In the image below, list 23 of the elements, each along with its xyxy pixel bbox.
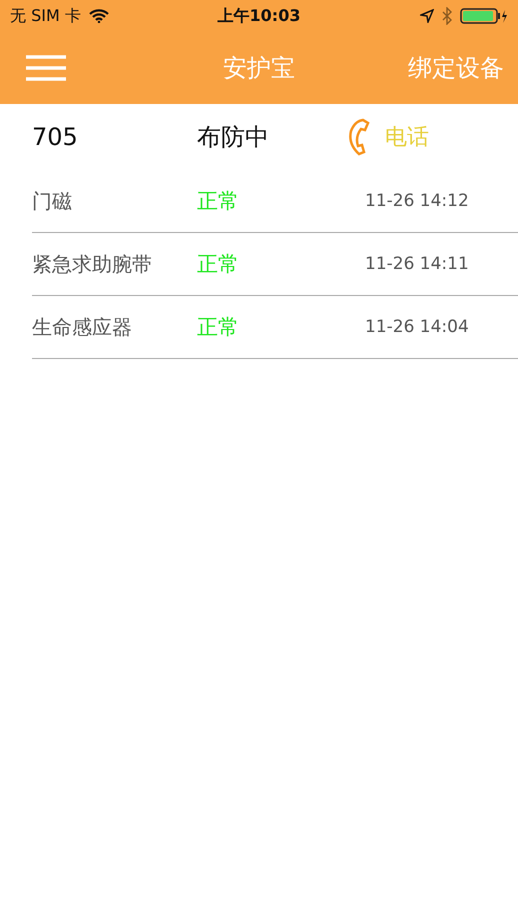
carrier-label: 无 SIM 卡 [10, 6, 81, 26]
device-state: 布防中 [197, 122, 270, 153]
sensor-time: 11-26 14:04 [365, 317, 470, 337]
sensor-row[interactable]: 门磁 正常 11-26 14:12 [32, 170, 518, 233]
sensor-name: 生命感应器 [32, 314, 133, 340]
sensor-row[interactable]: 紧急求助腕带 正常 11-26 14:11 [32, 233, 518, 296]
menu-button[interactable] [26, 55, 66, 81]
clock: 上午10:03 [218, 6, 300, 26]
phone-icon [347, 117, 371, 157]
wifi-icon [88, 9, 109, 23]
bluetooth-icon [442, 7, 452, 25]
battery-icon [460, 8, 508, 24]
page-title: 安护宝 [223, 53, 295, 84]
sensor-status: 正常 [197, 188, 240, 215]
sensor-row[interactable]: 生命感应器 正常 11-26 14:04 [32, 296, 518, 359]
sensor-name: 门磁 [32, 188, 73, 214]
sensor-status: 正常 [197, 251, 240, 278]
device-number: 705 [32, 123, 79, 151]
sensor-name: 紧急求助腕带 [32, 250, 153, 278]
sensor-time: 11-26 14:12 [365, 191, 470, 211]
sensor-status: 正常 [197, 314, 240, 341]
sensor-time: 11-26 14:11 [365, 254, 470, 274]
location-arrow-icon [420, 9, 434, 23]
